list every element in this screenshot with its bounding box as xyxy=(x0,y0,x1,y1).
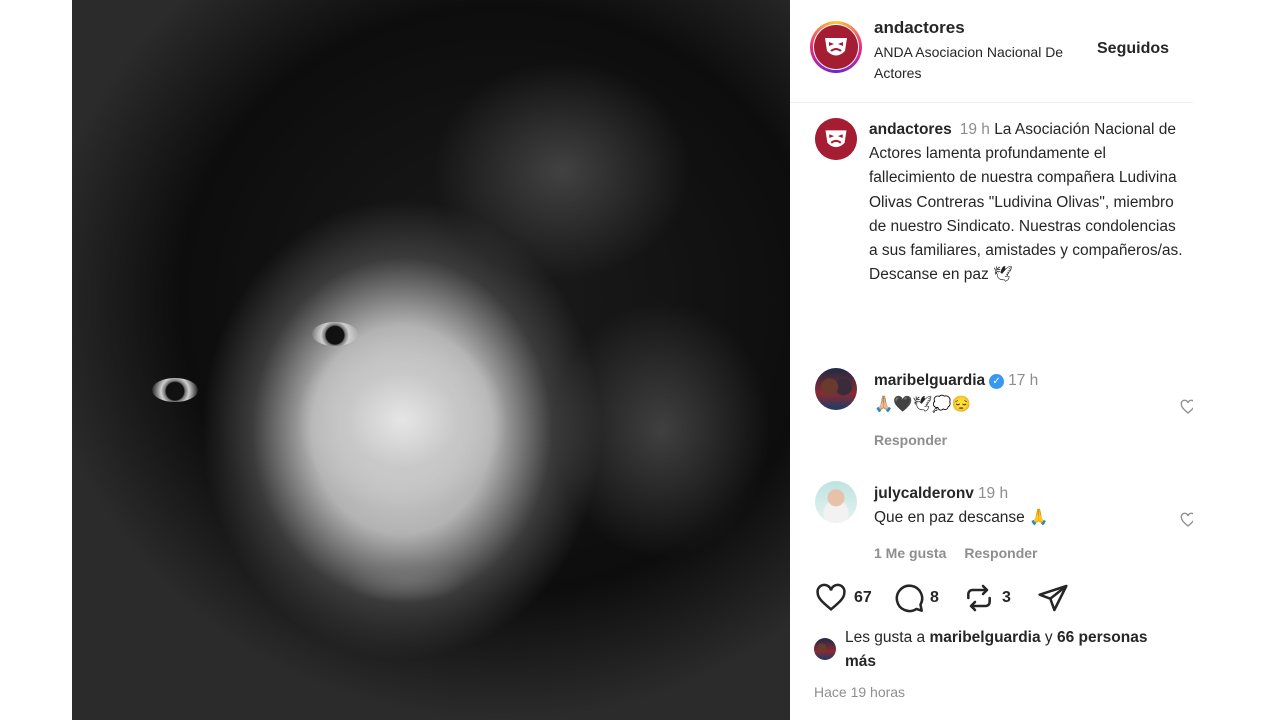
comment-avatar[interactable] xyxy=(815,368,857,410)
reply-button[interactable]: Responder xyxy=(964,545,1037,561)
verified-badge-icon: ✓ xyxy=(989,374,1005,389)
caption-username[interactable]: andactores xyxy=(869,121,952,138)
comment-actions: 1 Me gusta Responder xyxy=(874,545,1055,561)
post-header: andactores ANDA Asociacion Nacional De A… xyxy=(790,0,1193,103)
comment-text: Que en paz descanse 🙏 xyxy=(874,509,1049,526)
caption-avatar[interactable] xyxy=(815,118,857,160)
like-action[interactable]: 67 xyxy=(814,582,872,614)
comment-icon[interactable] xyxy=(892,582,926,614)
likes-suffix[interactable]: más xyxy=(845,653,876,670)
photo-lips xyxy=(347,555,467,603)
post-photo[interactable] xyxy=(72,0,790,720)
liker-avatar[interactable] xyxy=(814,638,836,660)
comment-time: 19 h xyxy=(977,485,1009,502)
comment-username[interactable]: julycalderonv xyxy=(874,485,974,502)
comment-time: 17 h xyxy=(1008,372,1039,389)
share-icon[interactable] xyxy=(1036,582,1070,614)
comment-body: julycalderonv 19 h Que en paz descanse 🙏 xyxy=(874,482,1164,530)
likes-line-2: más xyxy=(845,650,876,674)
header-username[interactable]: andactores xyxy=(874,18,965,38)
repost-icon[interactable] xyxy=(962,582,996,614)
likes-line: Les gusta a maribelguardia y 66 personas xyxy=(845,626,1147,650)
likes-prefix: Les gusta a xyxy=(845,629,926,646)
share-action[interactable] xyxy=(1036,582,1070,614)
likes-user[interactable]: maribelguardia xyxy=(929,629,1040,646)
caption-text: La Asociación Nacional de Actores lament… xyxy=(869,121,1183,284)
caption-time: 19 h xyxy=(959,121,990,138)
post-action-bar: 67 8 3 xyxy=(814,582,1184,614)
hair-highlight xyxy=(552,300,772,560)
post-timestamp: Hace 19 horas xyxy=(814,684,906,700)
comment-body: maribelguardia ✓ 17 h 🙏🏼🖤🕊💭😔 xyxy=(874,369,1164,417)
reposts-count: 3 xyxy=(1002,589,1011,606)
reply-button[interactable]: Responder xyxy=(874,432,947,448)
comment-avatar[interactable] xyxy=(815,481,857,523)
page-margin xyxy=(1193,0,1280,720)
following-button[interactable]: Seguidos xyxy=(1097,40,1169,58)
photo-eye xyxy=(312,322,358,346)
post-caption: andactores 19 h La Asociación Nacional de… xyxy=(869,118,1187,287)
header-subtitle: ANDA Asociacion Nacional De Actores xyxy=(874,44,1064,81)
likes-conjunction: y xyxy=(1044,629,1053,646)
post-sidebar: andactores ANDA Asociacion Nacional De A… xyxy=(790,0,1196,720)
comment-likes-count[interactable]: 1 Me gusta xyxy=(874,545,946,561)
comments-count: 8 xyxy=(930,589,939,606)
likes-count: 67 xyxy=(854,589,872,606)
comment-text: 🙏🏼🖤🕊💭😔 xyxy=(874,396,971,413)
anda-logo-icon[interactable] xyxy=(814,25,858,69)
comment-actions: Responder xyxy=(874,432,965,448)
repost-action[interactable]: 3 xyxy=(962,582,1011,614)
heart-icon[interactable] xyxy=(814,582,848,614)
comment-username[interactable]: maribelguardia xyxy=(874,372,985,389)
photo-eye xyxy=(152,378,198,402)
comment-action[interactable]: 8 xyxy=(892,582,939,614)
hair-highlight xyxy=(432,60,692,280)
likes-others[interactable]: 66 personas xyxy=(1057,629,1147,646)
